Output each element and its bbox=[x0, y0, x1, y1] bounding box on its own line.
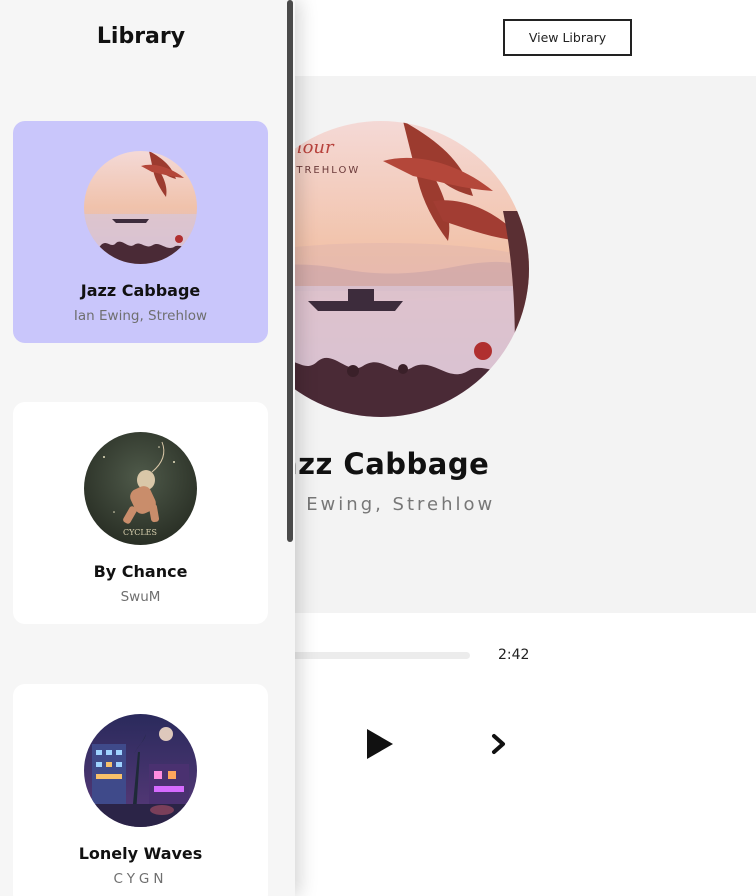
cover-artist-text: STREHLOW bbox=[288, 165, 360, 176]
song-artist: CYGN bbox=[113, 871, 168, 887]
cover-title-text: CYCLES bbox=[123, 528, 157, 537]
song-cover-thumbnail: CYCLES bbox=[84, 432, 197, 545]
song-name: Jazz Cabbage bbox=[80, 281, 201, 300]
song-cover-thumbnail bbox=[84, 714, 197, 827]
cover-script-text: hour bbox=[291, 137, 335, 158]
library-song-card[interactable]: CYCLES By Chance SwuM bbox=[13, 402, 268, 624]
library-scrollbar[interactable] bbox=[287, 0, 293, 542]
song-artist: Ian Ewing, Strehlow bbox=[73, 308, 208, 324]
end-time: 2:42 bbox=[498, 647, 530, 663]
library-song-card[interactable]: Lonely Waves CYGN bbox=[13, 684, 268, 896]
chevron-right-icon bbox=[492, 734, 505, 754]
play-button[interactable] bbox=[365, 727, 395, 761]
song-artist: SwuM bbox=[120, 589, 161, 605]
library-song-card[interactable]: Jazz Cabbage Ian Ewing, Strehlow bbox=[13, 121, 268, 343]
song-name: By Chance bbox=[93, 562, 188, 581]
library-sidebar: Library Jazz Cabbage Ian Ewing, Strehlow… bbox=[0, 0, 295, 896]
skip-forward-button[interactable] bbox=[490, 733, 508, 755]
song-name: Lonely Waves bbox=[78, 844, 203, 863]
song-cover-thumbnail bbox=[84, 151, 197, 264]
view-library-button[interactable]: View Library bbox=[503, 19, 632, 56]
play-icon bbox=[367, 729, 393, 759]
library-title: Library bbox=[96, 24, 186, 49]
